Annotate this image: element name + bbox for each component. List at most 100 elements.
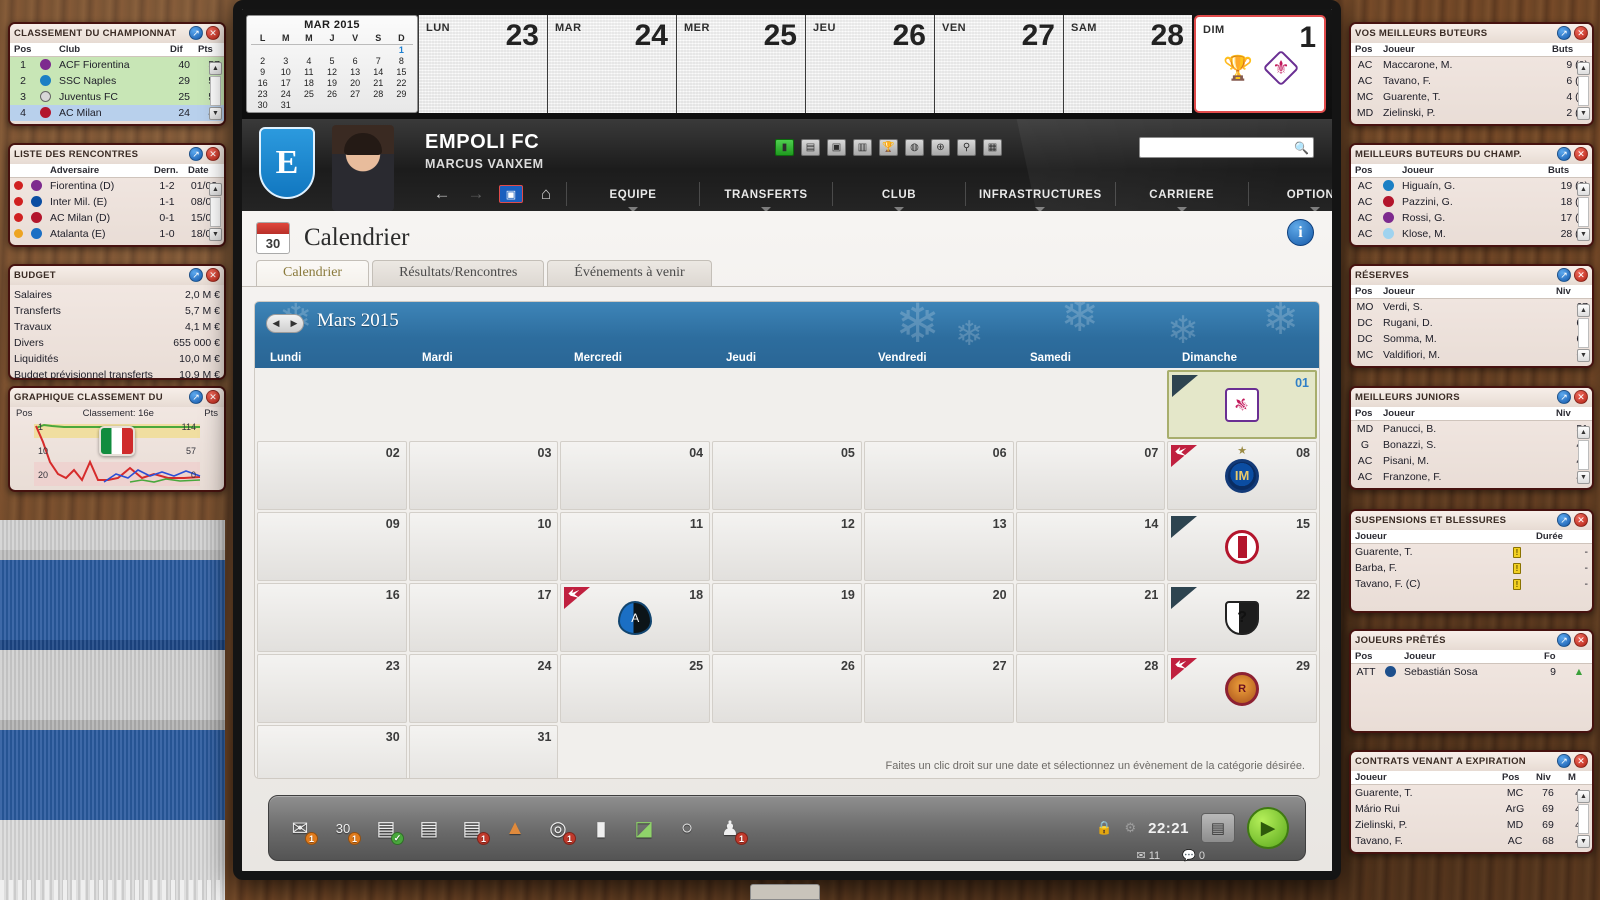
- panel-suspensions[interactable]: SUSPENSIONS ET BLESSURES ↗ ✕ Joueur Durée…: [1349, 509, 1594, 613]
- calendar-cell-31[interactable]: 31: [408, 725, 559, 778]
- scrollbar[interactable]: ▲ ▼: [209, 183, 222, 241]
- table-row[interactable]: AC Higuaín, G. 19 (0): [1351, 178, 1592, 194]
- close-icon[interactable]: ✕: [1574, 26, 1588, 40]
- table-row[interactable]: DCRugani, D.63: [1351, 315, 1592, 331]
- table-row[interactable]: MDPanucci, B.51: [1351, 421, 1592, 437]
- news-icon[interactable]: ▤: [801, 139, 820, 156]
- table-row[interactable]: DCSomma, M.63: [1351, 331, 1592, 347]
- popout-icon[interactable]: ↗: [189, 390, 203, 404]
- contract-icon[interactable]: ▤ ✓: [371, 813, 404, 845]
- scrollbar[interactable]: ▲ ▼: [1577, 62, 1590, 120]
- calendar-cell-04[interactable]: 04: [560, 441, 711, 510]
- battery-icon[interactable]: ▮: [775, 139, 794, 156]
- scroll-down-icon[interactable]: ▼: [209, 228, 222, 241]
- search-input[interactable]: [1144, 141, 1295, 154]
- close-icon[interactable]: ✕: [1574, 633, 1588, 647]
- month-nav[interactable]: ◀ ▶: [266, 314, 304, 333]
- strip-day-ven[interactable]: VEN 27: [934, 15, 1063, 113]
- calendar-cell-23[interactable]: 23: [257, 654, 407, 723]
- back-arrow-icon[interactable]: ←: [425, 181, 459, 207]
- scroll-up-icon[interactable]: ▲: [1577, 790, 1590, 803]
- table-row[interactable]: MOVerdi, S.67: [1351, 299, 1592, 315]
- forward-arrow-icon[interactable]: →: [459, 181, 493, 207]
- calendar-icon[interactable]: 30 1: [328, 813, 361, 845]
- close-icon[interactable]: ✕: [1574, 390, 1588, 404]
- strip-day-dim-today[interactable]: DIM 1 🏆 ⚜: [1194, 15, 1326, 113]
- prev-month-icon[interactable]: ◀: [273, 318, 280, 329]
- table-row[interactable]: Barba, F.! -: [1351, 560, 1592, 576]
- transfer-icon[interactable]: ▤ 1: [457, 813, 490, 845]
- table-row[interactable]: ACMaccarone, M.9 (0): [1351, 57, 1592, 73]
- panel-graphique[interactable]: GRAPHIQUE CLASSEMENT DU ↗ ✕ Pos Classemen…: [8, 386, 226, 492]
- scroll-up-icon[interactable]: ▲: [1577, 426, 1590, 439]
- calendar-cell-05[interactable]: 05: [712, 441, 862, 510]
- calendar-cell-13[interactable]: 13: [863, 512, 1014, 581]
- popout-icon[interactable]: ↗: [1557, 754, 1571, 768]
- table-row[interactable]: Zielinski, P.MD694: [1351, 817, 1592, 833]
- milan-crest-icon[interactable]: [1225, 529, 1260, 564]
- mini-calendar[interactable]: MAR 2015 L M M J V S D 1 2 3 4 5 6 7 8 9…: [246, 15, 418, 113]
- table-row[interactable]: ACTavano, F.6 (0): [1351, 73, 1592, 89]
- menu-club[interactable]: CLUB: [836, 185, 962, 204]
- calendar-cell-24[interactable]: 24: [408, 654, 559, 723]
- scroll-down-icon[interactable]: ▼: [1577, 228, 1590, 241]
- calendar-cell-08[interactable]: 08 ★ IM: [1167, 441, 1317, 510]
- table-row[interactable]: AC Rossi, G. 17 (0): [1351, 210, 1592, 226]
- calendar-cell-11[interactable]: 11: [560, 512, 711, 581]
- menu-options[interactable]: OPTIONS: [1252, 185, 1332, 204]
- calendar-cell-22[interactable]: 22 ?: [1167, 583, 1317, 652]
- table-row[interactable]: 4 AC Milan 24 49: [10, 104, 224, 121]
- scroll-up-icon[interactable]: ▲: [209, 183, 222, 196]
- close-icon[interactable]: ✕: [1574, 754, 1588, 768]
- strip-day-mar[interactable]: MAR 24: [547, 15, 676, 113]
- panel-buteurs-champ[interactable]: MEILLEURS BUTEURS DU CHAMP. ↗ ✕ Pos Joueu…: [1349, 143, 1594, 247]
- strip-day-mer[interactable]: MER 25: [676, 15, 805, 113]
- current-page-icon[interactable]: ▣: [499, 185, 523, 203]
- popout-icon[interactable]: ↗: [1557, 633, 1571, 647]
- taskbar-stub[interactable]: [750, 884, 820, 900]
- scout-icon[interactable]: ⚲: [957, 139, 976, 156]
- screen-icon[interactable]: ▣: [827, 139, 846, 156]
- strip-day-lun[interactable]: LUN 23: [418, 15, 547, 113]
- strip-day-jeu[interactable]: JEU 26: [805, 15, 934, 113]
- mail-icon[interactable]: ✉ 1: [285, 813, 318, 845]
- trophy-icon[interactable]: 🏆: [879, 139, 898, 156]
- menu-infrastructures[interactable]: INFRASTRUCTURES: [969, 185, 1112, 204]
- panel-juniors[interactable]: MEILLEURS JUNIORS ↗ ✕ Pos Joueur Niv MD Pa…: [1349, 386, 1594, 490]
- home-icon[interactable]: ⌂: [529, 181, 563, 207]
- close-icon[interactable]: ✕: [1574, 147, 1588, 161]
- scrollbar[interactable]: ▲ ▼: [1577, 790, 1590, 848]
- panel-contrats[interactable]: CONTRATS VENANT A EXPIRATION ↗ ✕ Joueur P…: [1349, 750, 1594, 854]
- table-row[interactable]: Atalanta (E) 1-0 18/03: [10, 226, 224, 242]
- scrollbar[interactable]: ▲ ▼: [1577, 183, 1590, 241]
- close-icon[interactable]: ✕: [206, 26, 220, 40]
- panel-reserves[interactable]: RÉSERVES ↗✕ Pos Joueur Niv MOVerdi, S.67…: [1349, 264, 1594, 368]
- report-icon[interactable]: ▦: [983, 139, 1002, 156]
- settings-icon[interactable]: ⚙: [1124, 820, 1136, 836]
- menu-transferts[interactable]: TRANSFERTS: [703, 185, 829, 204]
- close-icon[interactable]: ✕: [206, 147, 220, 161]
- inter-crest-icon[interactable]: IM: [1225, 458, 1260, 493]
- fiorentina-crest-icon[interactable]: ⚜: [1225, 387, 1260, 422]
- calendar-button[interactable]: ▤: [1201, 813, 1235, 843]
- scroll-down-icon[interactable]: ▼: [1577, 471, 1590, 484]
- calendar-cell-30[interactable]: 30: [257, 725, 407, 778]
- search-icon[interactable]: ○: [672, 813, 702, 843]
- training-cone-icon[interactable]: ▲: [500, 813, 530, 843]
- panel-rencontres[interactable]: LISTE DES RENCONTRES ↗ ✕ Adversaire Dern.…: [8, 143, 226, 247]
- tab-evenements[interactable]: Événements à venir: [547, 260, 712, 286]
- calendar-cell-26[interactable]: 26: [712, 654, 862, 723]
- roma-crest-icon[interactable]: R: [1225, 671, 1260, 706]
- table-row[interactable]: AC Pazzini, G. 18 (1): [1351, 194, 1592, 210]
- scroll-down-icon[interactable]: ▼: [1577, 349, 1590, 362]
- popout-icon[interactable]: ↗: [189, 268, 203, 282]
- calendar-cell-14[interactable]: 14: [1015, 512, 1166, 581]
- table-row[interactable]: Inter Mil. (E) 1-1 08/03: [10, 194, 224, 210]
- calendar-cell-17[interactable]: 17: [408, 583, 559, 652]
- calendar-cell-21[interactable]: 21: [1015, 583, 1166, 652]
- table-row[interactable]: ATT Sebastián Sosa 9 ▲: [1351, 664, 1592, 680]
- table-row[interactable]: Guarente, T.! -: [1351, 544, 1592, 560]
- table-row[interactable]: ACFranzone, F.47: [1351, 469, 1592, 485]
- atalanta-crest-icon[interactable]: A: [618, 600, 653, 635]
- calendar-cell-15[interactable]: 15: [1167, 512, 1317, 581]
